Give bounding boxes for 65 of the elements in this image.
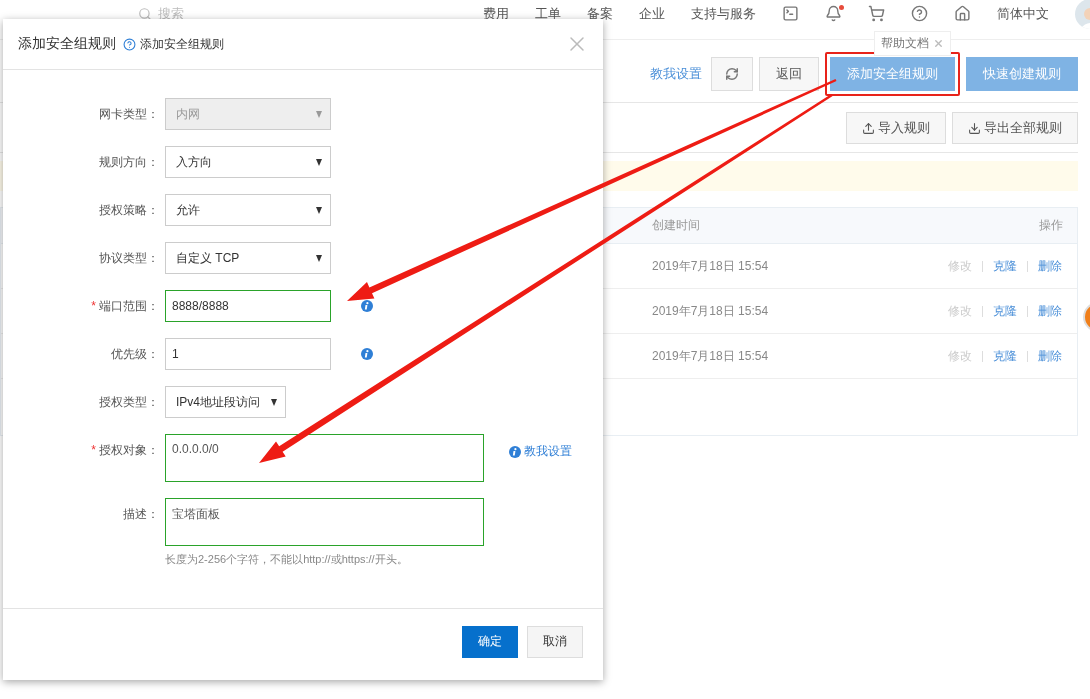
help-icon[interactable] bbox=[911, 5, 928, 22]
action-link[interactable]: 删除 bbox=[1038, 302, 1062, 320]
download-icon bbox=[968, 121, 981, 135]
home-icon[interactable] bbox=[954, 5, 971, 22]
field-label: 协议类型： bbox=[98, 250, 160, 267]
help-link[interactable]: 教我设置 bbox=[524, 443, 572, 460]
action-link[interactable]: 删除 bbox=[1038, 257, 1062, 275]
field-label: 规则方向： bbox=[98, 154, 160, 171]
input-field[interactable]: 8888/8888 bbox=[165, 290, 331, 322]
required-mark: * bbox=[91, 299, 96, 313]
text-area[interactable]: 0.0.0.0/0 bbox=[165, 434, 484, 482]
nav-link[interactable]: 企业 bbox=[639, 4, 665, 23]
action-link[interactable]: 克隆 bbox=[993, 302, 1017, 320]
field-label: * 授权对象： bbox=[90, 442, 160, 459]
tooltip-text: 帮助文档 bbox=[881, 35, 929, 52]
action-link[interactable]: 克隆 bbox=[993, 257, 1017, 275]
toolbar-button[interactable]: 导出全部规则 bbox=[952, 112, 1078, 144]
caret-icon bbox=[316, 206, 322, 214]
dialog-button[interactable]: 确定 bbox=[462, 625, 518, 658]
field-label: 描述： bbox=[122, 506, 160, 523]
required-mark: * bbox=[91, 443, 96, 457]
toolbar-button[interactable]: 导入规则 bbox=[846, 112, 946, 144]
upload-icon bbox=[862, 121, 875, 135]
refresh-button[interactable] bbox=[711, 57, 753, 91]
field-label: 网卡类型： bbox=[98, 106, 160, 123]
search-icon bbox=[138, 6, 152, 21]
field-label: 授权策略： bbox=[98, 202, 160, 219]
info-icon bbox=[509, 445, 521, 458]
cart-icon[interactable] bbox=[868, 5, 885, 22]
table-cell: 2019年7月18日 15:54 bbox=[652, 302, 769, 320]
terminal-icon[interactable] bbox=[782, 5, 799, 22]
dropdown[interactable]: 自定义 TCP bbox=[165, 242, 331, 274]
input-field[interactable]: 1 bbox=[165, 338, 331, 370]
action-link[interactable]: 删除 bbox=[1038, 347, 1062, 365]
help-icon[interactable] bbox=[123, 37, 136, 51]
dropdown[interactable]: 入方向 bbox=[165, 146, 331, 178]
bell-icon[interactable] bbox=[825, 5, 842, 22]
dialog-title: 添加安全组规则 bbox=[18, 35, 116, 53]
search-placeholder: 搜索 bbox=[158, 4, 184, 23]
toolbar-button[interactable]: 返回 bbox=[759, 57, 819, 91]
text-area[interactable]: 宝塔面板 bbox=[165, 498, 484, 546]
refresh-icon bbox=[725, 67, 739, 81]
nav-link[interactable]: 费用 bbox=[483, 4, 509, 23]
field-label: 优先级： bbox=[110, 346, 160, 363]
help-link[interactable]: 添加安全组规则 bbox=[140, 35, 224, 53]
language-link[interactable]: 简体中文 bbox=[997, 4, 1049, 23]
nav-link[interactable]: 备案 bbox=[587, 4, 613, 23]
field-label: * 端口范围： bbox=[90, 298, 160, 315]
dropdown[interactable]: 允许 bbox=[165, 194, 331, 226]
column-header: 操作 bbox=[1039, 217, 1063, 234]
table-cell: 2019年7月18日 15:54 bbox=[652, 347, 769, 365]
action-link[interactable]: 克隆 bbox=[993, 347, 1017, 365]
nav-link[interactable]: 支持与服务 bbox=[691, 4, 756, 23]
caret-icon bbox=[316, 158, 322, 166]
column-header: 创建时间 bbox=[652, 217, 700, 234]
dialog-button[interactable]: 取消 bbox=[527, 625, 583, 658]
caret-icon bbox=[271, 398, 277, 406]
help-link[interactable]: 教我设置 bbox=[650, 65, 702, 83]
field-label: 授权类型： bbox=[98, 394, 160, 411]
caret-icon bbox=[316, 110, 322, 118]
nav-link[interactable]: 工单 bbox=[535, 4, 561, 23]
hint-text: 长度为2-256个字符，不能以http://或https://开头。 bbox=[165, 552, 409, 567]
dropdown[interactable]: IPv4地址段访问 bbox=[165, 386, 286, 418]
table-cell: 2019年7月18日 15:54 bbox=[652, 257, 769, 275]
caret-icon bbox=[316, 254, 322, 262]
